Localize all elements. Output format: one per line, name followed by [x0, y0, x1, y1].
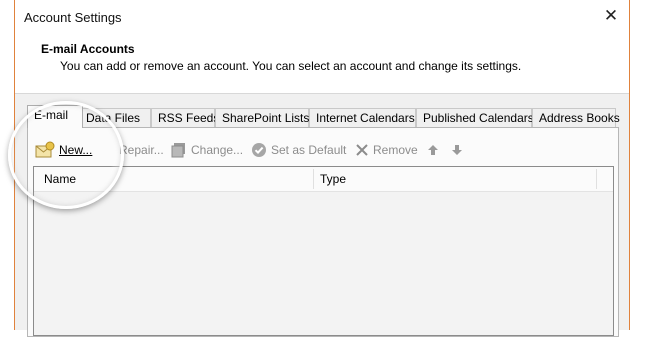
- window-title: Account Settings: [24, 10, 122, 25]
- set-default-button[interactable]: Set as Default: [251, 139, 346, 161]
- account-settings-dialog: Account Settings ✕ E-mail Accounts You c…: [14, 0, 630, 337]
- arrow-down-icon: [451, 144, 463, 156]
- accounts-list[interactable]: Name Type: [33, 166, 614, 336]
- column-divider[interactable]: [313, 169, 314, 189]
- tab-email[interactable]: E-mail: [27, 105, 83, 128]
- tab-address-books[interactable]: Address Books: [532, 108, 620, 127]
- tab-internet-calendars[interactable]: Internet Calendars: [309, 108, 416, 127]
- header-banner: E-mail Accounts You can add or remove an…: [15, 33, 629, 94]
- change-icon: [171, 142, 187, 158]
- column-divider[interactable]: [596, 169, 597, 189]
- move-up-button[interactable]: [427, 139, 443, 161]
- column-header-name[interactable]: Name: [44, 167, 76, 191]
- list-header: Name Type: [34, 167, 613, 192]
- tab-sharepoint-lists[interactable]: SharePoint Lists: [215, 108, 309, 127]
- repair-button[interactable]: Repair...: [119, 139, 164, 161]
- section-description: You can add or remove an account. You ca…: [60, 59, 522, 73]
- remove-button[interactable]: Remove: [355, 139, 418, 161]
- column-header-type[interactable]: Type: [320, 167, 346, 191]
- checkmark-circle-icon: [251, 142, 267, 158]
- remove-x-icon: [355, 143, 369, 157]
- new-account-button[interactable]: New...: [35, 139, 92, 161]
- tab-published-calendars[interactable]: Published Calendars: [416, 108, 534, 127]
- section-title: E-mail Accounts: [41, 42, 135, 56]
- move-down-button[interactable]: [451, 139, 467, 161]
- close-icon[interactable]: ✕: [599, 4, 623, 28]
- new-account-icon: [35, 141, 55, 159]
- change-button[interactable]: Change...: [171, 139, 243, 161]
- title-bar: Account Settings ✕: [15, 0, 629, 33]
- tab-rss-feeds[interactable]: RSS Feeds: [151, 108, 219, 127]
- arrow-up-icon: [427, 144, 439, 156]
- tab-data-files[interactable]: Data Files: [79, 108, 151, 127]
